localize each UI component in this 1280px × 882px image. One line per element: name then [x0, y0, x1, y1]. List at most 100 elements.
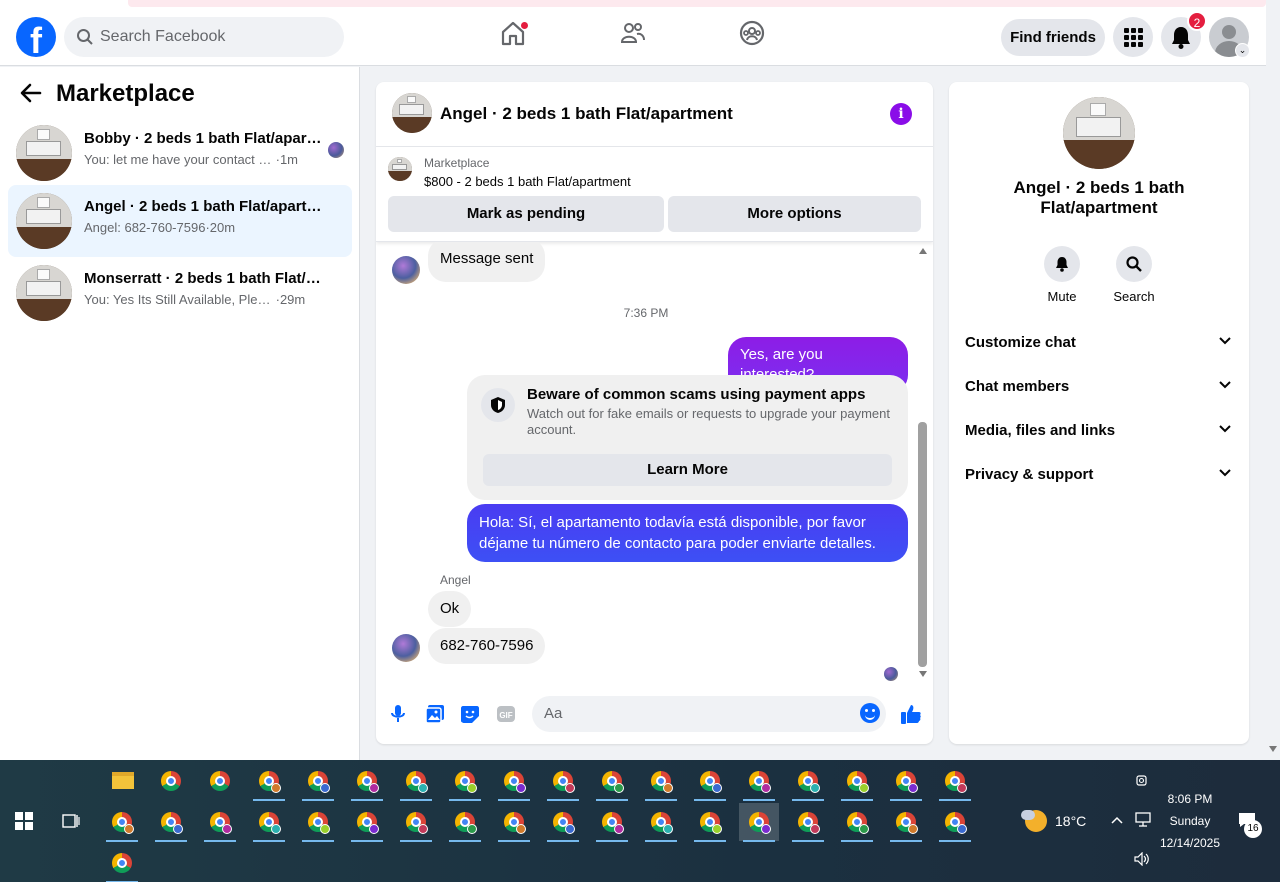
conversation-item-monserratt[interactable]: Monserratt · 2 beds 1 bath Flat/apartmen…	[8, 257, 352, 329]
more-options-button[interactable]: More options	[668, 196, 921, 232]
chrome-taskbar-button[interactable]	[837, 762, 877, 801]
photo-icon[interactable]	[425, 704, 445, 724]
chrome-taskbar-button[interactable]	[249, 803, 289, 842]
browser-top-strip	[0, 0, 1280, 8]
peer-avatar	[392, 634, 420, 662]
chrome-icon	[161, 771, 181, 791]
chrome-taskbar-button[interactable]	[249, 762, 289, 801]
chrome-taskbar-button[interactable]	[494, 762, 534, 801]
listing-thumbnail[interactable]	[388, 157, 412, 181]
clock-day[interactable]: Sunday	[1158, 814, 1222, 828]
app-taskbar-button[interactable]	[200, 762, 240, 800]
conversation-preview: You: Yes Its Still Available, Please Sen…	[84, 292, 306, 307]
listing-title: Angel · 2 beds 1 bath Flat/apartment	[1013, 178, 1185, 217]
clock-time[interactable]: 8:06 PM	[1158, 792, 1222, 806]
chrome-taskbar-button[interactable]	[151, 762, 191, 800]
chrome-taskbar-button[interactable]	[494, 803, 534, 842]
speaker-icon[interactable]	[1134, 852, 1150, 866]
back-arrow-icon[interactable]	[20, 83, 42, 103]
chrome-taskbar-button[interactable]	[298, 762, 338, 801]
chrome-taskbar-button[interactable]	[396, 803, 436, 842]
account-chevron-down-icon[interactable]: ⌄	[1235, 43, 1250, 58]
chrome-taskbar-button[interactable]	[592, 762, 632, 801]
message-timestamp: 7:36 PM	[623, 306, 669, 320]
search-in-conversation-button[interactable]: Search	[1104, 246, 1164, 304]
message-bubble: Hola: Sí, el apartamento todavía está di…	[467, 504, 908, 562]
clock-date[interactable]: 12/14/2025	[1158, 836, 1222, 850]
chrome-taskbar-button[interactable]	[690, 762, 730, 801]
mark-as-pending-button[interactable]: Mark as pending	[388, 196, 664, 232]
menu-button[interactable]	[1113, 17, 1153, 57]
chrome-taskbar-button[interactable]	[347, 762, 387, 801]
windows-start-icon[interactable]	[15, 812, 33, 830]
temperature-label[interactable]: 18°C	[1055, 813, 1086, 829]
chrome-taskbar-button[interactable]	[739, 762, 779, 801]
chrome-taskbar-button[interactable]	[298, 803, 338, 842]
sticker-icon[interactable]	[460, 704, 480, 724]
chrome-taskbar-button[interactable]	[837, 803, 877, 842]
groups-icon[interactable]	[739, 20, 765, 46]
listing-thumbnail[interactable]	[392, 93, 432, 133]
privacy-support-section[interactable]: Privacy & support	[965, 457, 1235, 493]
profile-badge-icon	[271, 783, 281, 793]
chat-title[interactable]: Angel · 2 beds 1 bath Flat/apartment	[440, 104, 733, 124]
listing-price-title[interactable]: $800 - 2 beds 1 bath Flat/apartment	[424, 174, 631, 189]
chrome-taskbar-button[interactable]	[788, 803, 828, 842]
chrome-taskbar-button[interactable]	[641, 762, 681, 801]
like-thumbs-up-icon[interactable]	[900, 703, 922, 725]
search-placeholder: Search Facebook	[100, 28, 226, 45]
file-explorer-taskbar-button[interactable]	[102, 762, 142, 800]
chrome-taskbar-button[interactable]	[935, 762, 975, 801]
chrome-taskbar-button[interactable]	[445, 762, 485, 801]
info-icon[interactable]: i	[890, 103, 912, 125]
chrome-taskbar-button[interactable]	[102, 803, 142, 842]
svg-text:GIF: GIF	[499, 711, 512, 720]
mute-label: Mute	[1047, 289, 1077, 304]
page-scrollbar[interactable]	[1266, 0, 1280, 760]
top-navigation-bar: f Search Facebook Find friends 2 ⌄	[0, 0, 1266, 66]
chrome-taskbar-button[interactable]	[935, 803, 975, 842]
emoji-icon[interactable]	[860, 703, 880, 723]
search-icon	[77, 29, 93, 45]
message-scrollbar[interactable]	[918, 242, 928, 682]
marketplace-listing-bar: Marketplace $800 - 2 beds 1 bath Flat/ap…	[376, 147, 933, 242]
chrome-taskbar-button[interactable]	[151, 803, 191, 842]
search-facebook-input[interactable]: Search Facebook	[64, 17, 344, 57]
learn-more-button[interactable]: Learn More	[483, 454, 892, 486]
find-friends-button[interactable]: Find friends	[1001, 19, 1105, 56]
chrome-taskbar-button[interactable]	[102, 844, 142, 882]
chrome-taskbar-button[interactable]	[543, 762, 583, 801]
chrome-taskbar-button[interactable]	[200, 803, 240, 842]
facebook-logo[interactable]: f	[16, 17, 56, 57]
mute-button[interactable]: Mute	[1032, 246, 1092, 304]
chrome-taskbar-button[interactable]	[445, 803, 485, 842]
customize-chat-section[interactable]: Customize chat	[965, 325, 1235, 361]
message-input[interactable]: Aa	[532, 696, 886, 732]
task-view-icon[interactable]	[62, 812, 80, 830]
listing-thumbnail	[16, 125, 72, 181]
gif-icon[interactable]: GIF	[496, 704, 516, 724]
chrome-taskbar-button[interactable]	[886, 803, 926, 842]
chrome-taskbar-button[interactable]	[592, 803, 632, 842]
chrome-taskbar-button[interactable]	[739, 803, 779, 842]
chrome-taskbar-button[interactable]	[886, 762, 926, 801]
chrome-taskbar-button[interactable]	[788, 762, 828, 801]
profile-badge-icon	[810, 824, 820, 834]
chat-members-section[interactable]: Chat members	[965, 369, 1235, 405]
chrome-taskbar-button[interactable]	[396, 762, 436, 801]
media-files-links-section[interactable]: Media, files and links	[965, 413, 1235, 449]
chrome-taskbar-button[interactable]	[641, 803, 681, 842]
profile-badge-icon	[467, 783, 477, 793]
conversation-item-angel[interactable]: Angel · 2 beds 1 bath Flat/apartment Ang…	[8, 185, 352, 257]
chevron-up-icon[interactable]	[1111, 816, 1123, 824]
friends-icon[interactable]	[620, 20, 646, 46]
chrome-taskbar-button[interactable]	[690, 803, 730, 842]
meet-now-icon[interactable]	[1135, 773, 1149, 789]
chrome-taskbar-button[interactable]	[543, 803, 583, 842]
weather-icon[interactable]	[1021, 810, 1047, 832]
microphone-icon[interactable]	[390, 704, 406, 724]
network-icon[interactable]	[1134, 812, 1152, 828]
conversation-item-bobby[interactable]: Bobby · 2 beds 1 bath Flat/apartment You…	[8, 117, 352, 189]
chrome-taskbar-button[interactable]	[347, 803, 387, 842]
listing-thumbnail-large[interactable]	[1063, 97, 1135, 169]
